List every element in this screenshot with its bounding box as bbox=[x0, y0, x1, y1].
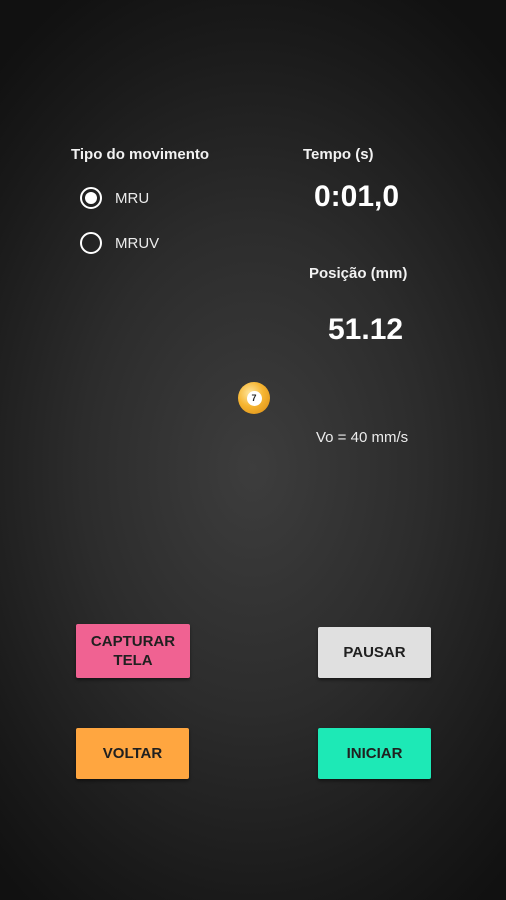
time-label: Tempo (s) bbox=[303, 146, 374, 163]
radio-option-mru[interactable]: MRU bbox=[80, 187, 149, 209]
initial-velocity-text: Vo = 40 mm/s bbox=[316, 429, 409, 446]
capture-screen-button[interactable]: CAPTURAR TELA bbox=[76, 624, 190, 678]
position-label: Posição (mm) bbox=[309, 265, 408, 282]
radio-selected-dot bbox=[85, 192, 97, 204]
time-value: 0:01,0 bbox=[314, 180, 400, 213]
back-button[interactable]: VOLTAR bbox=[76, 728, 189, 779]
radio-label-mru: MRU bbox=[115, 189, 150, 207]
position-value: 51.12 bbox=[328, 313, 404, 346]
radio-button-mru[interactable] bbox=[80, 187, 102, 209]
radio-option-mruv[interactable]: MRUV bbox=[80, 232, 159, 254]
radio-button-mruv[interactable] bbox=[80, 232, 102, 254]
pause-button[interactable]: PAUSAR bbox=[318, 627, 431, 678]
radio-label-mruv: MRUV bbox=[115, 234, 160, 252]
billiard-ball-icon: 7 bbox=[238, 382, 270, 414]
start-button[interactable]: INICIAR bbox=[318, 728, 431, 779]
ball-number: 7 bbox=[246, 390, 262, 406]
movement-type-label: Tipo do movimento bbox=[71, 146, 210, 163]
